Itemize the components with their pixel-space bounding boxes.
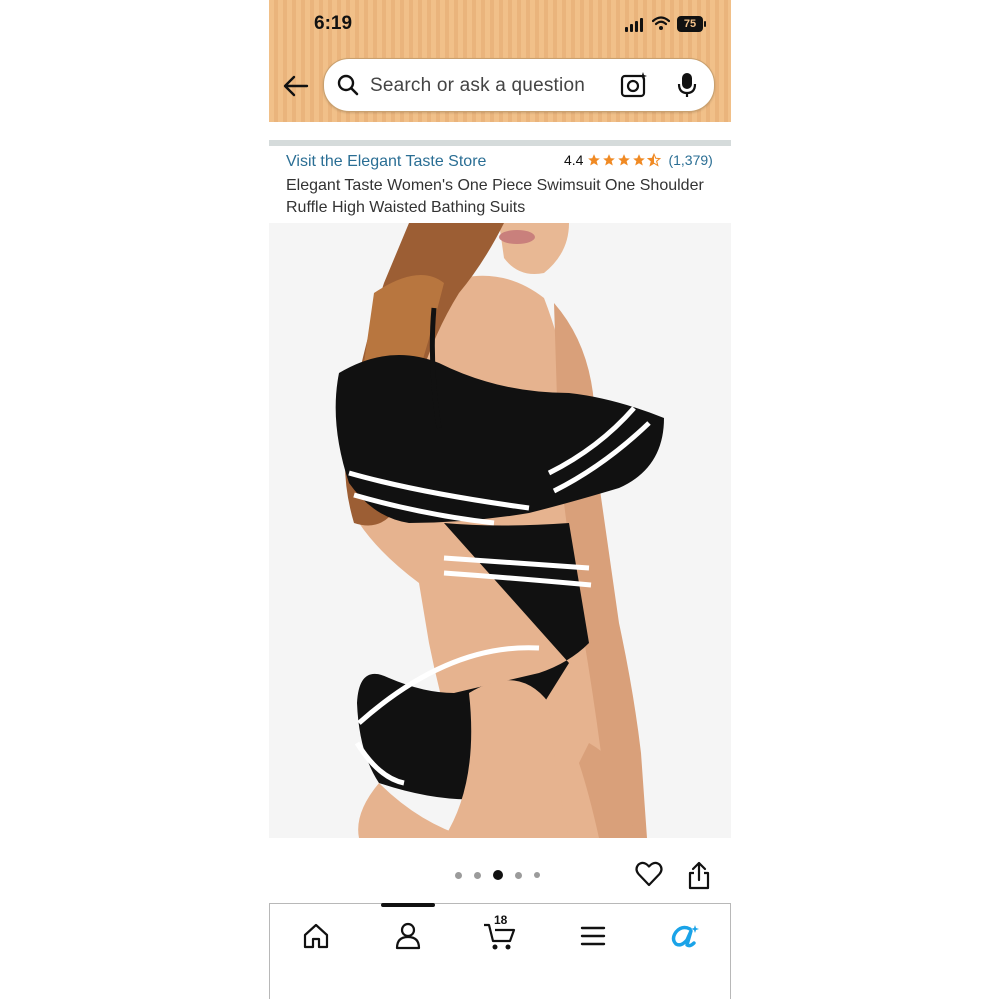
half-star-icon [647, 153, 662, 167]
carousel-dot[interactable] [515, 871, 522, 879]
star-icon [603, 154, 616, 166]
rufus-ai-icon [671, 925, 699, 948]
search-icon [337, 74, 359, 96]
active-tab-indicator [381, 903, 435, 907]
star-icon [633, 154, 646, 166]
product-title: Elegant Taste Women's One Piece Swimsuit… [286, 177, 704, 216]
rating-summary[interactable]: 4.4 (1,379) [564, 152, 713, 168]
hamburger-icon [580, 926, 606, 946]
share-icon[interactable] [687, 860, 711, 890]
section-divider [269, 140, 731, 146]
carousel-dot[interactable] [455, 871, 462, 879]
carousel-dot-active[interactable] [493, 870, 503, 880]
camera-lens-icon[interactable] [620, 71, 648, 99]
phone-screen: 6:19 75 Search or ask a question Visit t… [269, 0, 731, 1000]
store-link[interactable]: Visit the Elegant Taste Store [286, 153, 486, 171]
star-icon [588, 154, 601, 166]
carousel-dots[interactable] [455, 870, 540, 880]
person-icon [395, 922, 421, 950]
back-arrow-icon[interactable] [281, 71, 311, 101]
star-icon [618, 154, 631, 166]
search-input[interactable]: Search or ask a question [323, 58, 715, 112]
nav-rufus[interactable] [665, 916, 705, 956]
carousel-dot[interactable] [534, 872, 540, 878]
wifi-icon [652, 16, 670, 30]
review-count[interactable]: (1,379) [668, 152, 712, 168]
heart-icon[interactable] [635, 860, 663, 888]
microphone-icon[interactable] [676, 71, 698, 99]
nav-cart[interactable]: 18 [480, 913, 520, 956]
home-icon [303, 923, 329, 949]
status-time: 6:19 [314, 13, 353, 34]
product-photo [269, 223, 731, 838]
product-image[interactable] [269, 223, 731, 838]
cart-badge: 18 [494, 913, 508, 927]
app-header: 6:19 75 Search or ask a question [269, 0, 731, 122]
bottom-navigation: 18 [269, 903, 731, 999]
nav-menu[interactable] [573, 916, 613, 956]
nav-home[interactable] [296, 916, 336, 956]
cellular-signal-icon [625, 18, 645, 32]
search-placeholder: Search or ask a question [370, 75, 585, 96]
star-rating [587, 153, 662, 167]
nav-account[interactable] [388, 916, 428, 956]
carousel-dot[interactable] [474, 871, 481, 879]
battery-icon: 75 [677, 16, 706, 32]
rating-value: 4.4 [564, 152, 584, 168]
